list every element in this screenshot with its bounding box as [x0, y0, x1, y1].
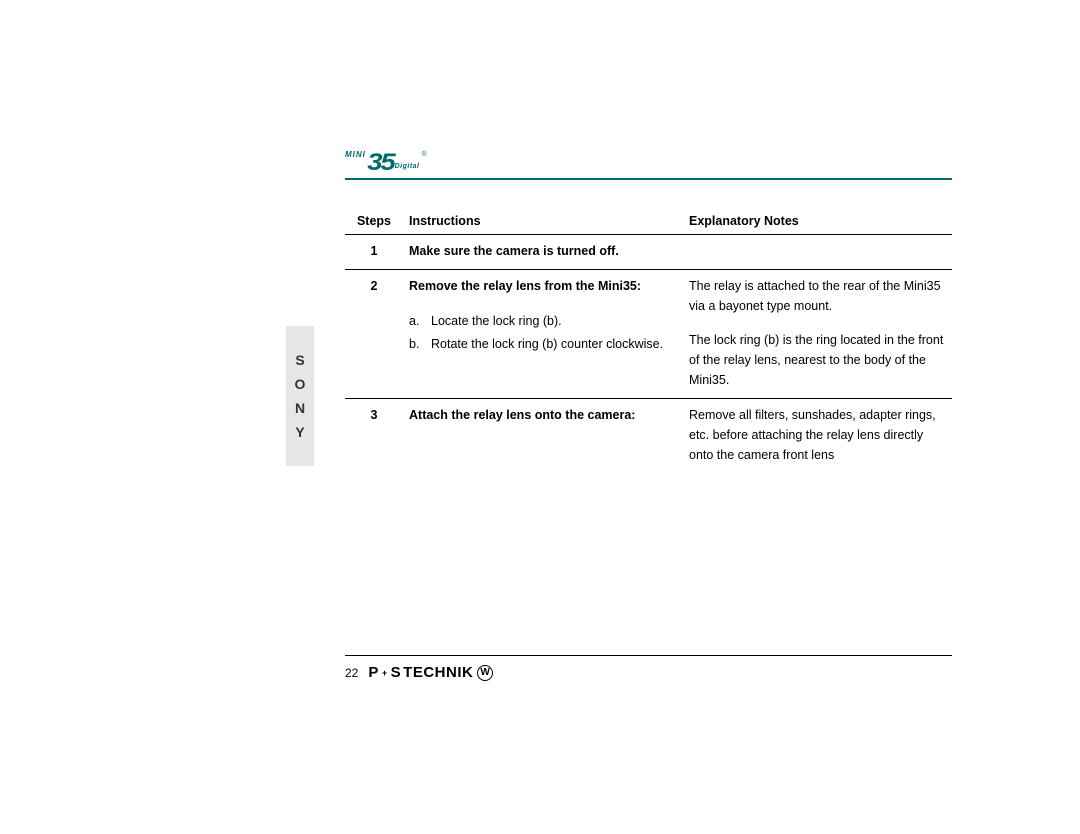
logo-mini: MINI [345, 150, 366, 159]
table-row: 1 Make sure the camera is turned off. [345, 235, 952, 270]
instructions-table: Steps Instructions Explanatory Notes 1 M… [345, 210, 952, 473]
page-footer: 22 P+S TECHNIK W [345, 655, 952, 681]
table-row: 3 Attach the relay lens onto the camera:… [345, 399, 952, 474]
col-header-steps: Steps [345, 210, 403, 235]
sidebar-tab-sony: S O N Y [286, 326, 314, 466]
step-number: 1 [345, 235, 403, 270]
step-number: 2 [345, 270, 403, 399]
sidebar-letter: Y [295, 420, 304, 444]
step-number: 3 [345, 399, 403, 474]
footer-brand: P+S TECHNIK W [368, 664, 493, 681]
sub-step-b: b. Rotate the lock ring (b) counter cloc… [409, 333, 677, 356]
step-notes: Remove all filters, sunshades, adapter r… [683, 399, 952, 474]
header-rule [345, 178, 952, 180]
footer-line: 22 P+S TECHNIK W [345, 664, 952, 681]
sidebar-letter: S [295, 348, 304, 372]
step-notes [683, 235, 952, 270]
mini35-logo: MINI 35 Digital ® [345, 150, 952, 172]
logo-35: 35 [367, 154, 393, 172]
logo-registered: ® [421, 151, 426, 158]
sidebar-letter: N [295, 396, 305, 420]
step-notes: The relay is attached to the rear of the… [683, 270, 952, 399]
col-header-instructions: Instructions [403, 210, 683, 235]
col-header-notes: Explanatory Notes [683, 210, 952, 235]
brand-w-icon: W [477, 665, 493, 681]
page-number: 22 [345, 666, 358, 680]
table-row: 2 Remove the relay lens from the Mini35:… [345, 270, 952, 399]
step-instruction: Attach the relay lens onto the camera: [403, 399, 683, 474]
sub-step-a: a. Locate the lock ring (b). [409, 310, 677, 333]
step-instruction: Remove the relay lens from the Mini35: a… [403, 270, 683, 399]
sub-steps: a. Locate the lock ring (b). b. Rotate t… [409, 310, 677, 355]
step-instruction: Make sure the camera is turned off. [403, 235, 683, 270]
sidebar-letter: O [295, 372, 306, 396]
page-content: MINI 35 Digital ® Steps Instructions Exp… [345, 150, 952, 473]
logo-digital: Digital [395, 163, 420, 170]
footer-rule [345, 655, 952, 656]
